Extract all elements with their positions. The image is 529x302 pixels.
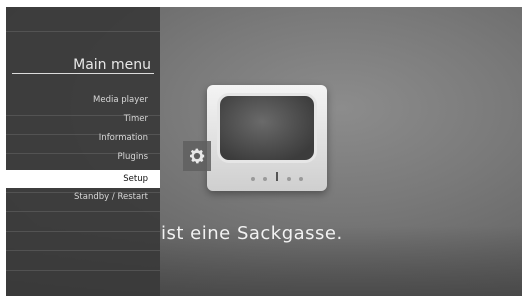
- tv-power-indicator: [276, 172, 278, 181]
- background-message: ist eine Sackgasse.: [161, 223, 343, 244]
- tv-button: [263, 177, 267, 181]
- menu-item-information[interactable]: Information: [6, 129, 160, 147]
- menu-title: Main menu: [73, 57, 151, 73]
- menu-title-divider: [12, 73, 154, 74]
- gear-icon: [190, 148, 205, 164]
- screenshot-frame: Main menu Media player Timer Information…: [0, 0, 529, 302]
- menu-item-plugins[interactable]: Plugins: [6, 148, 160, 166]
- menu-item-media-player[interactable]: Media player: [6, 91, 160, 109]
- tv-button: [251, 177, 255, 181]
- tv-button: [287, 177, 291, 181]
- menu-item-standby-restart[interactable]: Standby / Restart: [6, 188, 160, 206]
- menu-item-timer[interactable]: Timer: [6, 110, 160, 128]
- menu-item-setup[interactable]: Setup: [6, 170, 160, 188]
- tv-screen-glass: [217, 93, 317, 163]
- main-menu-panel: Main menu Media player Timer Information…: [6, 7, 160, 296]
- tv-button: [299, 177, 303, 181]
- tv-screen-display: Main menu Media player Timer Information…: [6, 7, 522, 296]
- setup-gear-tile[interactable]: [183, 141, 211, 171]
- tv-icon: [207, 85, 327, 191]
